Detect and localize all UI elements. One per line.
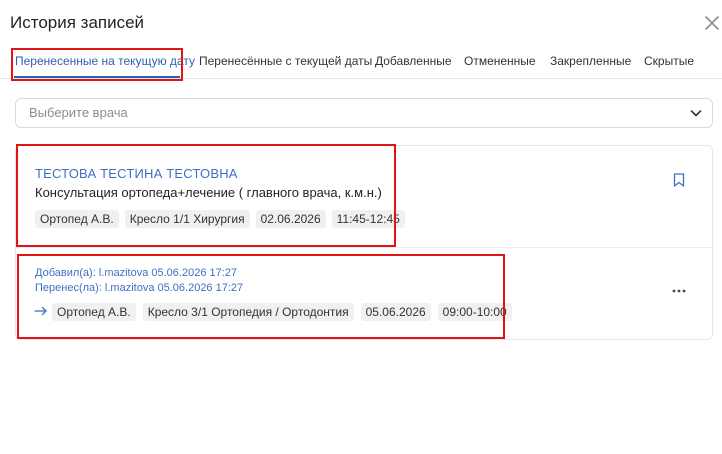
previous-chair-chip: Кресло 3/1 Ортопедия / Ортодонтия: [142, 303, 354, 321]
current-appointment-details: Ортопед А.В. Кресло 1/1 Хирургия 02.06.2…: [35, 210, 405, 228]
added-by-text: Добавил(а): l.mazitova 05.06.2026 17:27: [35, 267, 238, 279]
chevron-down-icon: [690, 110, 702, 117]
tab-cancelled[interactable]: Отмененные: [464, 46, 536, 79]
modal-title: История записей: [10, 13, 145, 32]
records-history-modal: История записей Перенесенные на текущую …: [0, 0, 722, 454]
tab-moved-from-current-date[interactable]: Перенесённые с текущей даты: [199, 46, 372, 79]
tab-added[interactable]: Добавленные: [375, 46, 452, 79]
doctor-chip: Ортопед А.В.: [35, 210, 119, 228]
tab-hidden[interactable]: Скрытые: [644, 46, 694, 79]
arrow-right-icon: [34, 306, 47, 316]
tab-moved-to-current-date[interactable]: Перенесенные на текущую дату: [15, 46, 195, 79]
doctor-select-placeholder: Выберите врача: [29, 105, 128, 120]
time-chip: 11:45-12:45: [331, 210, 405, 228]
patient-name[interactable]: ТЕСТОВА ТЕСТИНА ТЕСТОВНА: [35, 166, 238, 181]
service-name: Консультация ортопеда+лечение ( главного…: [35, 185, 382, 200]
record-card: ТЕСТОВА ТЕСТИНА ТЕСТОВНА Консультация ор…: [15, 145, 713, 340]
tabs-bar: Перенесенные на текущую дату Перенесённы…: [0, 46, 722, 79]
date-chip: 02.06.2026: [255, 210, 326, 228]
previous-date-chip: 05.06.2026: [360, 303, 431, 321]
bookmark-icon[interactable]: [673, 173, 685, 187]
row-divider: [16, 247, 712, 248]
tab-pinned[interactable]: Закрепленные: [550, 46, 631, 79]
previous-doctor-chip: Ортопед А.В.: [52, 303, 136, 321]
doctor-select[interactable]: Выберите врача: [15, 98, 713, 128]
active-tab-indicator: [14, 76, 180, 78]
close-icon[interactable]: [704, 15, 720, 31]
previous-time-chip: 09:00-10:00: [437, 303, 512, 321]
more-horizontal-icon[interactable]: [672, 288, 686, 294]
chair-chip: Кресло 1/1 Хирургия: [124, 210, 250, 228]
moved-by-text: Перенес(ла): l.mazitova 05.06.2026 17:27: [35, 282, 244, 294]
previous-appointment-details: Ортопед А.В. Кресло 3/1 Ортопедия / Орто…: [52, 303, 512, 321]
